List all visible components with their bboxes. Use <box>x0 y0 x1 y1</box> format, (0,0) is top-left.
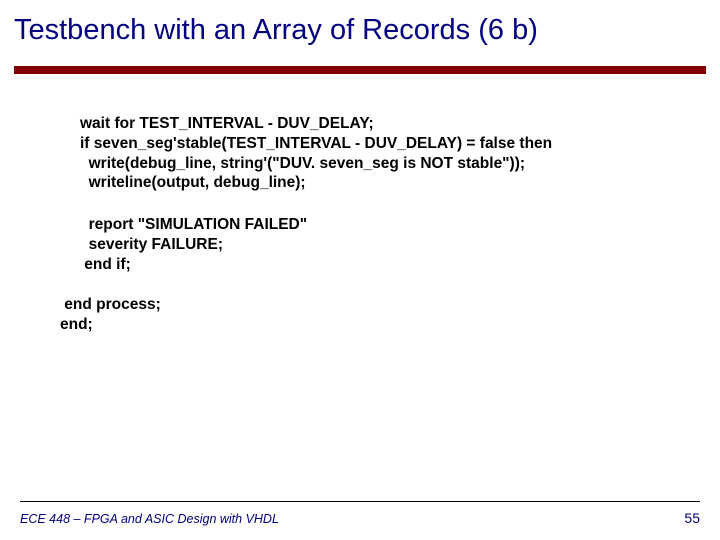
page-number: 55 <box>684 510 700 526</box>
title-underline <box>14 66 706 74</box>
footer-rule <box>20 501 700 502</box>
slide: Testbench with an Array of Records (6 b)… <box>0 0 720 540</box>
code-block-2: report "SIMULATION FAILED" severity FAIL… <box>80 215 307 274</box>
code-block-3: end process; end; <box>60 295 161 335</box>
code-block-1: wait for TEST_INTERVAL - DUV_DELAY; if s… <box>80 114 552 193</box>
slide-title: Testbench with an Array of Records (6 b) <box>14 14 538 47</box>
footer-course: ECE 448 – FPGA and ASIC Design with VHDL <box>20 512 279 526</box>
